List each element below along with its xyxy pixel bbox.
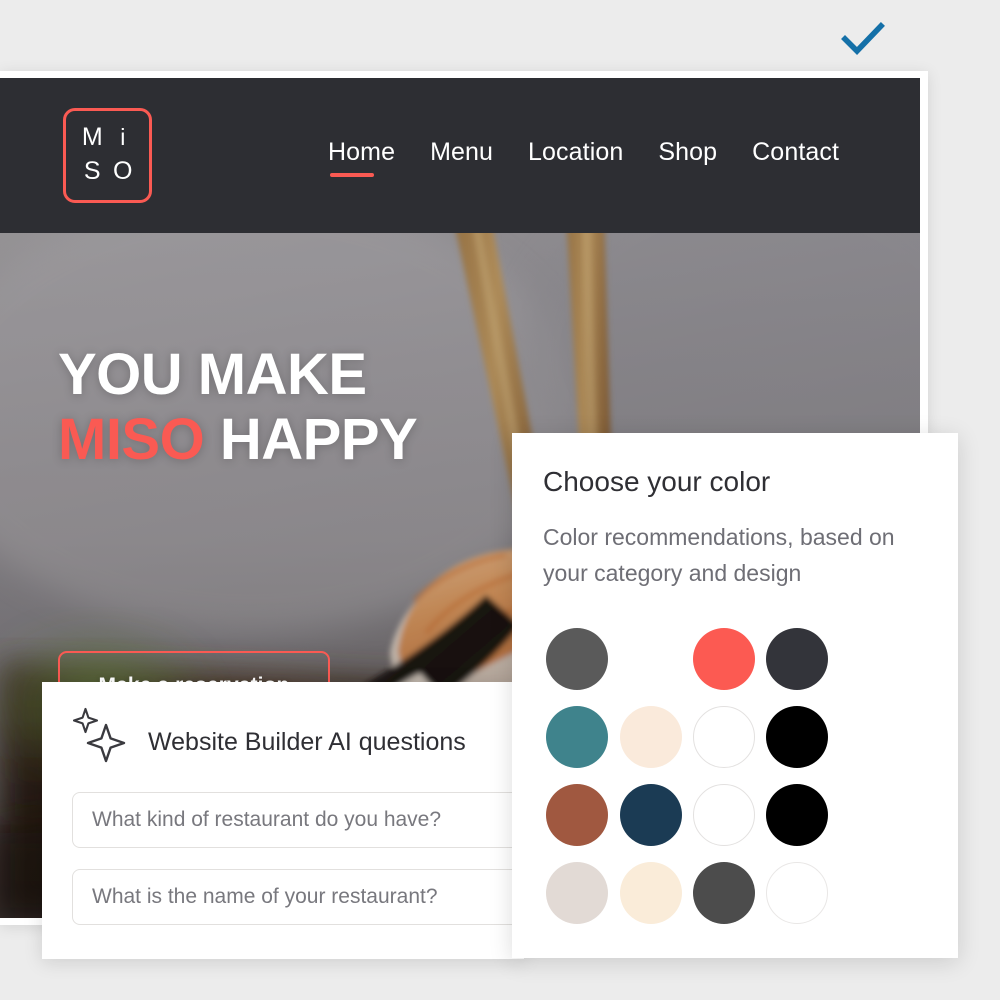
nav-link-location-label: Location (528, 138, 624, 166)
swatch-r1-c2[interactable] (693, 706, 755, 768)
nav-active-underline (330, 173, 374, 177)
hero-headline-line1: YOU MAKE (58, 342, 367, 407)
check-icon (841, 22, 885, 56)
hero-headline-line2: HAPPY (219, 406, 418, 472)
nav-link-shop[interactable]: Shop (658, 138, 752, 167)
nav-link-shop-label: Shop (658, 138, 718, 166)
screen-root: YOU MAKE MISO HAPPY Make a reservation M… (0, 0, 1000, 1000)
ai-panel-title: Website Builder AI questions (148, 728, 466, 756)
swatch-r2-c0[interactable] (546, 784, 608, 846)
nav-link-home-label: Home (328, 138, 396, 166)
swatch-r0-c1[interactable] (620, 628, 682, 690)
nav-link-home[interactable]: Home (328, 138, 430, 177)
nav-link-contact-label: Contact (752, 138, 840, 166)
color-panel-subtitle: Color recommendations, based on your cat… (543, 524, 895, 586)
hero-headline: YOU MAKE MISO HAPPY (58, 342, 418, 473)
nav-link-menu-label: Menu (430, 138, 494, 166)
swatch-r1-c1[interactable] (620, 706, 682, 768)
ai-question-2-placeholder: What is the name of your restaurant? (92, 885, 438, 908)
logo-char-i: i (120, 123, 126, 150)
logo-char-m: M (81, 122, 103, 151)
ai-question-input-2[interactable]: What is the name of your restaurant? (72, 869, 540, 925)
ai-question-input-1[interactable]: What kind of restaurant do you have? (72, 792, 540, 848)
swatch-r3-c3[interactable] (766, 862, 828, 924)
swatch-r1-c0[interactable] (546, 706, 608, 768)
swatch-r0-c2[interactable] (693, 628, 755, 690)
swatch-r3-c0[interactable] (546, 862, 608, 924)
swatch-r3-c2[interactable] (693, 862, 755, 924)
swatch-r2-c2[interactable] (693, 784, 755, 846)
nav-link-contact[interactable]: Contact (752, 138, 839, 167)
swatch-r2-c3[interactable] (766, 784, 828, 846)
nav-link-menu[interactable]: Menu (430, 138, 528, 167)
swatch-r0-c3[interactable] (766, 628, 828, 690)
hero-headline-accent: MISO (58, 406, 205, 472)
logo-char-o: O (113, 157, 133, 186)
ai-question-1-placeholder: What kind of restaurant do you have? (92, 808, 442, 831)
site-logo[interactable]: M i S O (63, 108, 152, 203)
site-nav-links: Home Menu Location Shop Contact (328, 138, 839, 177)
swatch-r2-c1[interactable] (620, 784, 682, 846)
color-panel-title: Choose your color (543, 466, 771, 497)
logo-char-s: S (83, 157, 101, 186)
swatch-r1-c3[interactable] (766, 706, 828, 768)
nav-link-location[interactable]: Location (528, 138, 658, 167)
swatch-r0-c0[interactable] (546, 628, 608, 690)
swatch-r3-c1[interactable] (620, 862, 682, 924)
sparkles-icon (72, 707, 126, 763)
